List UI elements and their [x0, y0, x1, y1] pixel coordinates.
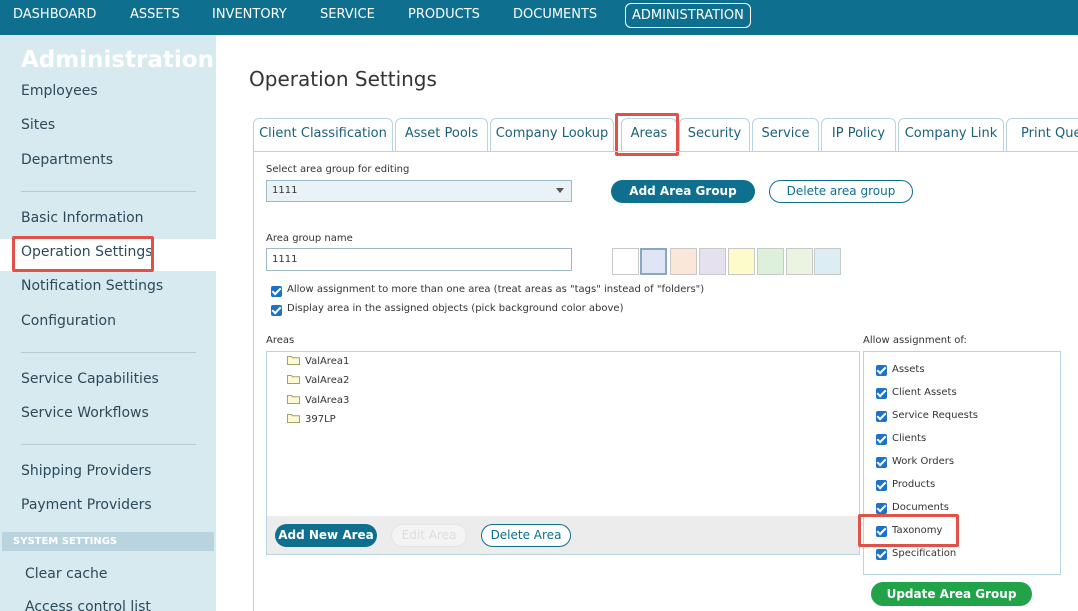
tab-company-link[interactable]: Company Link: [898, 118, 1004, 151]
nav-assets[interactable]: ASSETS: [130, 0, 180, 30]
checkbox-checked-icon[interactable]: [876, 457, 887, 468]
assign-item: Products: [892, 479, 936, 490]
color-swatch[interactable]: [612, 248, 639, 275]
color-swatch[interactable]: [728, 248, 755, 275]
add-new-area-button[interactable]: Add New Area: [275, 524, 377, 547]
sidebar-item-notification-settings[interactable]: Notification Settings: [21, 278, 163, 294]
assign-item: Work Orders: [892, 456, 955, 467]
sidebar-item-access-control-list[interactable]: Access control list: [25, 599, 151, 611]
nav-products[interactable]: PRODUCTS: [408, 0, 480, 30]
highlight-box: [858, 514, 959, 547]
top-nav: DASHBOARD ASSETS INVENTORY SERVICE PRODU…: [0, 0, 1078, 35]
update-area-group-button[interactable]: Update Area Group: [871, 582, 1032, 606]
sidebar-item-shipping-providers[interactable]: Shipping Providers: [21, 463, 151, 479]
area-item[interactable]: ValArea3: [305, 395, 349, 406]
sidebar-item-clear-cache[interactable]: Clear cache: [25, 566, 108, 582]
checkbox-checked-icon[interactable]: [271, 305, 282, 316]
highlight-box: [12, 236, 154, 272]
color-swatch[interactable]: [786, 248, 813, 275]
page-title: Operation Settings: [249, 67, 437, 91]
area-group-select-value: 1111: [272, 185, 298, 196]
assign-item: Service Requests: [892, 410, 978, 421]
tab-ip-policy[interactable]: IP Policy: [821, 118, 896, 151]
nav-inventory[interactable]: INVENTORY: [212, 0, 287, 30]
assign-item: Assets: [892, 364, 925, 375]
sidebar-section-label: SYSTEM SETTINGS: [2, 532, 214, 551]
assign-item: Documents: [892, 502, 950, 513]
select-area-group-label: Select area group for editing: [266, 164, 410, 175]
checkbox-checked-icon[interactable]: [876, 480, 887, 491]
checkbox-checked-icon[interactable]: [876, 503, 887, 514]
chevron-down-icon: [556, 188, 564, 193]
folder-icon: [287, 414, 300, 423]
highlight-box: [615, 113, 679, 156]
area-group-name-input[interactable]: 1111: [266, 248, 572, 271]
assign-item: Client Assets: [892, 387, 957, 398]
nav-service[interactable]: SERVICE: [320, 0, 375, 30]
delete-area-group-button[interactable]: Delete area group: [769, 180, 913, 203]
sidebar-item-configuration[interactable]: Configuration: [21, 313, 116, 329]
sidebar-item-basic-information[interactable]: Basic Information: [21, 210, 144, 226]
area-group-select[interactable]: 1111: [266, 180, 572, 202]
areas-label: Areas: [266, 335, 295, 346]
area-item[interactable]: ValArea1: [305, 356, 349, 367]
sidebar: Administration Employees Sites Departmen…: [0, 35, 216, 611]
option-display-label: Display area in the assigned objects (pi…: [287, 303, 624, 314]
tab-asset-pools[interactable]: Asset Pools: [395, 118, 488, 151]
area-item[interactable]: 397LP: [305, 414, 336, 425]
color-swatch[interactable]: [757, 248, 784, 275]
tab-security[interactable]: Security: [679, 118, 750, 151]
sidebar-divider: [21, 444, 196, 445]
assign-item: Clients: [892, 433, 927, 444]
nav-administration[interactable]: ADMINISTRATION: [625, 3, 751, 28]
color-swatch[interactable]: [699, 248, 726, 275]
checkbox-checked-icon[interactable]: [876, 388, 887, 399]
allow-assignment-label: Allow assignment of:: [863, 335, 967, 346]
sidebar-item-employees[interactable]: Employees: [21, 83, 98, 99]
option-tags-label: Allow assignment to more than one area (…: [287, 284, 705, 295]
checkbox-checked-icon[interactable]: [876, 365, 887, 376]
sidebar-divider: [21, 191, 196, 192]
color-swatch-selected[interactable]: [640, 248, 667, 275]
tab-service[interactable]: Service: [752, 118, 819, 151]
sidebar-divider: [21, 352, 196, 353]
tab-print-queue[interactable]: Print Queue: [1006, 118, 1078, 151]
delete-area-button[interactable]: Delete Area: [481, 524, 571, 547]
sidebar-heading: Administration: [21, 47, 214, 73]
sidebar-item-sites[interactable]: Sites: [21, 117, 55, 133]
nav-documents[interactable]: DOCUMENTS: [513, 0, 597, 30]
add-area-group-button[interactable]: Add Area Group: [611, 180, 755, 203]
folder-icon: [287, 356, 300, 365]
checkbox-checked-icon[interactable]: [271, 286, 282, 297]
color-swatch[interactable]: [670, 248, 697, 275]
assign-item: Specification: [892, 548, 957, 559]
area-item[interactable]: ValArea2: [305, 375, 349, 386]
nav-dashboard[interactable]: DASHBOARD: [13, 0, 96, 30]
folder-icon: [287, 375, 300, 384]
tab-client-classification[interactable]: Client Classification: [253, 118, 393, 151]
folder-icon: [287, 395, 300, 404]
sidebar-item-payment-providers[interactable]: Payment Providers: [21, 497, 152, 513]
sidebar-item-service-capabilities[interactable]: Service Capabilities: [21, 371, 159, 387]
checkbox-checked-icon[interactable]: [876, 549, 887, 560]
checkbox-checked-icon[interactable]: [876, 411, 887, 422]
sidebar-item-service-workflows[interactable]: Service Workflows: [21, 405, 149, 421]
checkbox-checked-icon[interactable]: [876, 434, 887, 445]
edit-area-button: Edit Area: [391, 524, 467, 547]
area-group-name-label: Area group name: [266, 233, 353, 244]
tab-company-lookup[interactable]: Company Lookup: [490, 118, 614, 151]
sidebar-item-departments[interactable]: Departments: [21, 152, 113, 168]
color-swatch[interactable]: [814, 248, 841, 275]
